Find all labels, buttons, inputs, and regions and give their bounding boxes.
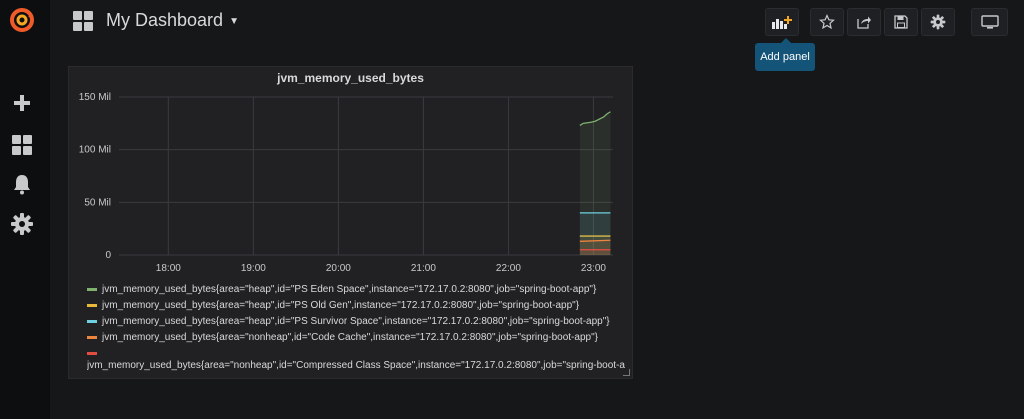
panel-resize-handle[interactable] xyxy=(623,369,630,376)
chart-grid xyxy=(119,96,613,256)
star-button[interactable] xyxy=(810,8,844,36)
sidebar xyxy=(0,0,50,419)
legend-swatch xyxy=(87,303,97,307)
chart-series-layer xyxy=(579,111,611,255)
legend-swatch xyxy=(87,351,97,355)
y-tick-label: 0 xyxy=(105,250,111,261)
legend-swatch xyxy=(87,335,97,339)
add-panel-icon xyxy=(772,16,792,29)
x-tick-label: 23:00 xyxy=(581,263,606,274)
x-tick-label: 22:00 xyxy=(496,263,521,274)
legend-label: jvm_memory_used_bytes{area="heap",id="PS… xyxy=(102,315,610,327)
legend-swatch xyxy=(87,319,97,323)
settings-button[interactable] xyxy=(921,8,955,36)
legend-item[interactable] xyxy=(87,345,627,361)
legend-item[interactable]: jvm_memory_used_bytes{area="heap",id="PS… xyxy=(87,313,627,329)
y-tick-label: 50 Mil xyxy=(84,197,111,208)
x-tick-label: 21:00 xyxy=(411,263,436,274)
legend-label: jvm_memory_used_bytes{area="heap",id="PS… xyxy=(102,283,597,295)
x-tick-label: 19:00 xyxy=(241,263,266,274)
legend-swatch xyxy=(87,287,97,291)
grafana-logo-icon[interactable] xyxy=(8,6,36,34)
plus-icon xyxy=(14,95,30,111)
legend-item[interactable]: jvm_memory_used_bytes{area="heap",id="PS… xyxy=(87,297,627,313)
x-tick-label: 18:00 xyxy=(156,263,181,274)
star-icon xyxy=(819,14,835,30)
legend-label: jvm_memory_used_bytes{area="heap",id="PS… xyxy=(102,299,580,311)
y-tick-label: 150 Mil xyxy=(79,92,111,103)
dashboards-icon xyxy=(12,135,32,155)
y-axis: 0 50 Mil 100 Mil 150 Mil xyxy=(79,92,112,261)
legend-item[interactable]: jvm_memory_used_bytes{area="nonheap",id=… xyxy=(87,329,627,345)
gear-icon xyxy=(930,14,946,30)
legend-item[interactable]: jvm_memory_used_bytes{area="heap",id="PS… xyxy=(87,281,627,297)
caret-down-icon: ▼ xyxy=(229,16,239,27)
chart-legend: jvm_memory_used_bytes{area="heap",id="PS… xyxy=(87,281,627,361)
configuration-button[interactable] xyxy=(10,212,34,236)
add-panel-button[interactable] xyxy=(765,8,799,36)
monitor-icon xyxy=(980,15,999,29)
y-tick-label: 100 Mil xyxy=(79,145,111,156)
share-icon xyxy=(857,16,871,29)
create-button[interactable] xyxy=(10,91,34,115)
alerting-button[interactable] xyxy=(10,172,34,196)
view-mode-button[interactable] xyxy=(971,8,1008,36)
graph-plot[interactable]: 0 50 Mil 100 Mil 150 Mil 18:00 19:00 20:00 21:… xyxy=(69,67,632,278)
dashboard-title-dropdown[interactable]: My Dashboard ▼ xyxy=(106,10,239,31)
graph-panel[interactable]: jvm_memory_used_bytes 0 50 Mil 100 Mil 150 … xyxy=(68,66,633,379)
tooltip-text: Add panel xyxy=(760,51,810,63)
add-panel-tooltip: Add panel xyxy=(755,38,815,71)
page-title: My Dashboard xyxy=(106,10,224,30)
dashboards-button[interactable] xyxy=(10,133,34,157)
x-tick-label: 20:00 xyxy=(326,263,351,274)
gear-icon xyxy=(11,213,33,235)
dashboard-grid-icon xyxy=(73,11,93,31)
legend-item[interactable]: jvm_memory_used_bytes{area="nonheap",id=… xyxy=(87,360,625,371)
save-button[interactable] xyxy=(884,8,918,36)
bell-icon xyxy=(14,175,30,195)
x-axis: 18:00 19:00 20:00 21:00 22:00 23:00 xyxy=(156,263,607,274)
save-icon xyxy=(894,15,908,29)
series-area xyxy=(579,249,611,255)
share-button[interactable] xyxy=(847,8,881,36)
legend-label: jvm_memory_used_bytes{area="nonheap",id=… xyxy=(102,331,598,343)
